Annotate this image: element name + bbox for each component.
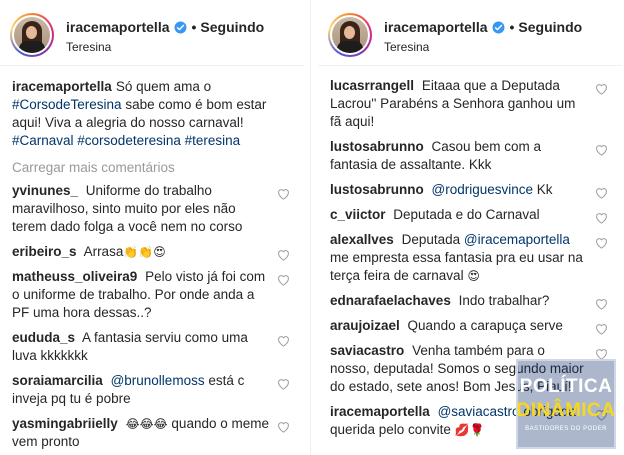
watermark-line-3: BASTIDORES DO PODER xyxy=(525,426,607,432)
like-heart-icon[interactable] xyxy=(595,187,608,199)
following-button[interactable]: Seguindo xyxy=(200,19,264,35)
hashtag-link[interactable]: #CorsodeTeresina xyxy=(12,97,122,112)
like-heart-icon[interactable] xyxy=(277,274,290,286)
comment-text: Deputada e do Carnaval xyxy=(393,207,540,222)
comment-item: alexallves Deputada @iracemaportella me … xyxy=(330,231,610,285)
comment-author[interactable]: lustosabrunno xyxy=(330,182,424,197)
comment-author[interactable]: saviacastro xyxy=(330,343,404,358)
comment-item: yvinunes_ Uniforme do trabalho maravilho… xyxy=(12,182,292,236)
like-heart-icon[interactable] xyxy=(595,83,608,95)
mention-link[interactable]: @rodriguesvince xyxy=(432,182,534,197)
comment-item: araujoizael Quando a carapuça serve xyxy=(330,317,610,335)
comment-author[interactable]: yvinunes_ xyxy=(12,183,78,198)
post-header: iracemaportella • Seguindo Teresina xyxy=(318,0,622,66)
separator-dot: • xyxy=(509,19,515,35)
like-heart-icon[interactable] xyxy=(595,237,608,249)
load-more-comments-button[interactable]: Carregar mais comentários xyxy=(12,160,292,175)
comment-text: Deputada xyxy=(401,232,461,247)
emoji: 💋🌹 xyxy=(454,423,485,437)
avatar[interactable] xyxy=(10,13,54,57)
comment-author[interactable]: iracemaportella xyxy=(12,79,112,94)
comment-author[interactable]: matheuss_oliveira9 xyxy=(12,269,137,284)
like-heart-icon[interactable] xyxy=(277,188,290,200)
comment-item: eududa_s A fantasia serviu como uma luva… xyxy=(12,329,292,365)
hashtag-links[interactable]: #Carnaval #corsodeteresina #teresina xyxy=(12,133,240,148)
comment-item: lustosabrunno @rodriguesvince Kk xyxy=(330,181,610,199)
comment-item: matheuss_oliveira9 Pelo visto já foi com… xyxy=(12,268,292,322)
comment-item: soraiamarcilia @brunollemoss está c inve… xyxy=(12,372,292,408)
verified-badge-icon xyxy=(174,21,186,33)
comment-text: me empresta essa fantasia pra eu usar na… xyxy=(330,250,583,283)
emoji: 😂😂😂 xyxy=(125,417,168,431)
username-link[interactable]: iracemaportella xyxy=(66,19,170,35)
like-heart-icon[interactable] xyxy=(277,335,290,347)
comment-item: ednarafaelachaves Indo trabalhar? xyxy=(330,292,610,310)
comment-author[interactable]: soraiamarcilia xyxy=(12,373,103,388)
like-heart-icon[interactable] xyxy=(595,298,608,310)
following-button[interactable]: Seguindo xyxy=(518,19,582,35)
like-heart-icon[interactable] xyxy=(277,378,290,390)
like-heart-icon[interactable] xyxy=(277,249,290,261)
comment-item: lustosabrunno Casou bem com a fantasia d… xyxy=(330,138,610,174)
comment-author[interactable]: alexallves xyxy=(330,232,394,247)
location-link[interactable]: Teresina xyxy=(384,40,429,54)
avatar[interactable] xyxy=(328,13,372,57)
like-heart-icon[interactable] xyxy=(595,323,608,335)
comment-author[interactable]: c_viictor xyxy=(330,207,386,222)
comment-item: eribeiro_s Arrasa👏👏😍 xyxy=(12,243,292,261)
username-link[interactable]: iracemaportella xyxy=(384,19,488,35)
emoji: 😍 xyxy=(467,269,480,283)
comment-author[interactable]: lustosabrunno xyxy=(330,139,424,154)
post-panel-left: iracemaportella • Seguindo Teresina irac… xyxy=(0,0,304,455)
like-heart-icon[interactable] xyxy=(277,421,290,433)
like-heart-icon[interactable] xyxy=(595,144,608,156)
watermark-line-2: DINÂMICA xyxy=(516,400,616,421)
separator-dot: • xyxy=(191,19,197,35)
comment-text: Quando a carapuça serve xyxy=(407,318,563,333)
comment-item: c_viictor Deputada e do Carnaval xyxy=(330,206,610,224)
comment-list: iracemaportella Só quem ama o #CorsodeTer… xyxy=(0,78,304,451)
watermark-line-1: POLÍTICA xyxy=(519,376,613,397)
avatar-photo xyxy=(14,17,50,53)
mention-link[interactable]: @brunollemoss xyxy=(111,373,205,388)
avatar-photo xyxy=(332,17,368,53)
comment-text: Kk xyxy=(536,182,553,197)
comment-item: lucasrrangell Eitaaa que a Deputada Lacr… xyxy=(330,77,610,131)
mention-link[interactable]: @saviacastro xyxy=(438,404,520,419)
comment-author[interactable]: eribeiro_s xyxy=(12,244,77,259)
comment-author[interactable]: lucasrrangell xyxy=(330,78,414,93)
mention-link[interactable]: @iracemaportella xyxy=(464,232,570,247)
post-panel-right: iracemaportella • Seguindo Teresina luca… xyxy=(318,0,622,455)
comment-author[interactable]: iracemaportella xyxy=(330,404,430,419)
watermark-logo: POLÍTICA DINÂMICA BASTIDORES DO PODER xyxy=(516,359,616,449)
caption-text: Só quem ama o xyxy=(115,79,212,94)
caption: iracemaportella Só quem ama o #CorsodeTer… xyxy=(12,78,292,150)
verified-badge-icon xyxy=(492,21,504,33)
comment-item: yasmingabriielly 😂😂😂 quando o meme vem p… xyxy=(12,415,292,451)
panel-divider xyxy=(310,0,311,455)
comment-author[interactable]: araujoizael xyxy=(330,318,400,333)
emoji: 👏👏😍 xyxy=(123,245,166,259)
post-header: iracemaportella • Seguindo Teresina xyxy=(0,0,304,66)
like-heart-icon[interactable] xyxy=(595,212,608,224)
comment-text: Indo trabalhar? xyxy=(458,293,550,308)
comment-text: Arrasa xyxy=(83,244,124,259)
comment-author[interactable]: eududa_s xyxy=(12,330,75,345)
comment-author[interactable]: ednarafaelachaves xyxy=(330,293,451,308)
comment-author[interactable]: yasmingabriielly xyxy=(12,416,118,431)
location-link[interactable]: Teresina xyxy=(66,40,111,54)
